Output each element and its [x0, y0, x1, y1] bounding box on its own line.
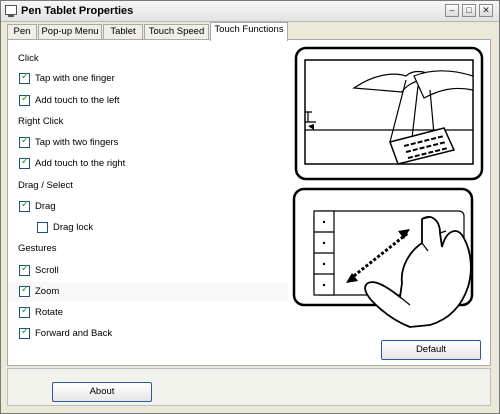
section-drag-select: Drag / Select [18, 180, 73, 191]
tap-two-fingers-checkbox[interactable] [19, 135, 30, 148]
computer-icon [5, 5, 17, 17]
add-touch-left-checkbox[interactable] [19, 93, 30, 106]
window-title: Pen Tablet Properties [21, 5, 134, 17]
drag-label: Drag [35, 201, 56, 212]
tab-pen[interactable]: Pen [7, 24, 37, 40]
scroll-label: Scroll [35, 265, 59, 276]
forward-back-checkbox[interactable] [19, 326, 30, 339]
close-button[interactable]: ✕ [479, 4, 493, 17]
rotate-checkbox[interactable] [19, 305, 30, 318]
drag-checkbox[interactable] [19, 199, 30, 212]
drag-lock-label: Drag lock [53, 222, 94, 233]
title-bar[interactable]: Pen Tablet Properties – □ ✕ [1, 1, 499, 22]
section-gestures: Gestures [18, 243, 57, 254]
maximize-button[interactable]: □ [462, 4, 476, 17]
tab-tablet[interactable]: Tablet [103, 24, 143, 40]
add-touch-right-checkbox[interactable] [19, 156, 30, 169]
minimize-button[interactable]: – [445, 4, 459, 17]
about-button[interactable]: About [52, 382, 152, 402]
section-right-click: Right Click [18, 116, 64, 127]
tap-two-fingers-label: Tap with two fingers [35, 137, 119, 148]
zoom-label: Zoom [35, 286, 60, 297]
forward-back-label: Forward and Back [35, 328, 113, 339]
add-touch-right-label: Add touch to the right [35, 158, 126, 169]
tab-touch-functions[interactable]: Touch Functions [210, 22, 288, 41]
rotate-label: Rotate [35, 307, 63, 318]
default-button[interactable]: Default [381, 340, 481, 360]
zoom-checkbox[interactable] [19, 284, 30, 297]
tap-one-finger-label: Tap with one finger [35, 73, 115, 84]
tab-popup-menu[interactable]: Pop-up Menu [38, 24, 102, 40]
properties-window: Pen Tablet Properties – □ ✕ Pen Pop-up M… [0, 0, 500, 414]
tap-one-finger-checkbox[interactable] [19, 71, 30, 84]
zoom-screen-illustration [294, 46, 484, 181]
section-click: Click [18, 53, 39, 64]
drag-lock-checkbox[interactable] [37, 222, 48, 233]
scroll-checkbox[interactable] [19, 263, 30, 276]
add-touch-left-label: Add touch to the left [35, 95, 120, 106]
zoom-gesture-illustration [292, 187, 474, 328]
tab-touch-speed[interactable]: Touch Speed [144, 24, 209, 40]
